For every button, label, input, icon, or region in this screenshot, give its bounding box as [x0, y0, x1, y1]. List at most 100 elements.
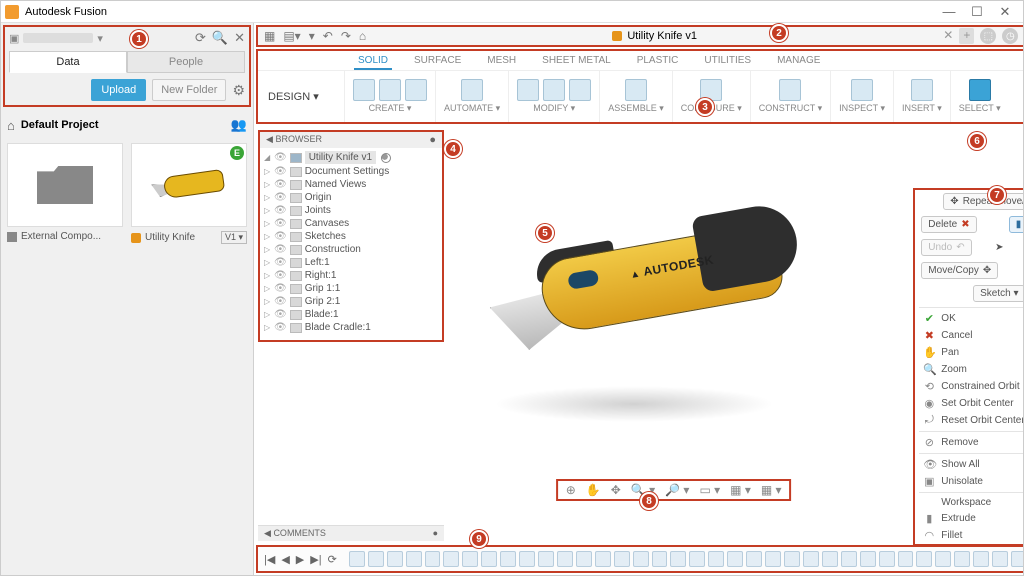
timeline-feature[interactable]	[860, 551, 876, 567]
nav-icon-2[interactable]: ✥	[609, 483, 623, 497]
timeline-ctrl-3[interactable]: ▶|	[310, 553, 321, 566]
window-close[interactable]: ✕	[991, 4, 1019, 20]
refresh-icon[interactable]: ⟳	[195, 30, 206, 46]
home-icon[interactable]: ⌂	[7, 118, 15, 133]
ctx-constrained-orbit[interactable]: ⟲Constrained Orbit	[915, 378, 1023, 395]
home-icon[interactable]: ⌂	[359, 29, 366, 43]
redo-icon[interactable]: ↷	[341, 29, 351, 43]
ribbon-group-configure[interactable]: CONFIGURE ▾	[672, 71, 750, 122]
timeline-feature[interactable]	[443, 551, 459, 567]
browser-item[interactable]: ▷👁Named Views	[264, 178, 438, 191]
timeline-ctrl-4[interactable]: ⟳	[328, 553, 337, 566]
active-document-tab[interactable]: Utility Knife v1	[612, 30, 697, 42]
timeline-feature[interactable]	[784, 551, 800, 567]
file-menu-icon[interactable]: ▤▾	[283, 29, 300, 43]
timeline-feature[interactable]	[898, 551, 914, 567]
timeline-ctrl-1[interactable]: ◀	[281, 553, 289, 566]
timeline-feature[interactable]	[765, 551, 781, 567]
ribbon-tab-mesh[interactable]: MESH	[483, 53, 520, 70]
save-icon[interactable]: ▾	[309, 29, 315, 43]
timeline-feature[interactable]	[954, 551, 970, 567]
browser-item[interactable]: ▷👁Origin	[264, 191, 438, 204]
ribbon-group-insert[interactable]: INSERT ▾	[893, 71, 950, 122]
new-folder-button[interactable]: New Folder	[152, 79, 226, 101]
timeline-feature[interactable]	[916, 551, 932, 567]
timeline-feature[interactable]	[708, 551, 724, 567]
repeat-button[interactable]: ✥Repeat Move/Copy	[943, 193, 1023, 210]
timeline-ctrl-0[interactable]: |◀	[264, 553, 275, 566]
sketch-button[interactable]: Sketch ▾	[973, 285, 1023, 302]
timeline-feature[interactable]	[746, 551, 762, 567]
browser-item[interactable]: ▷👁Right:1	[264, 269, 438, 282]
press-pull-button[interactable]: ▮Press Pull	[1009, 216, 1023, 233]
ctx-show-all[interactable]: 👁Show All	[915, 456, 1023, 473]
timeline-feature[interactable]	[500, 551, 516, 567]
tab-data[interactable]: Data	[9, 51, 127, 73]
ribbon-group-assemble[interactable]: ASSEMBLE ▾	[599, 71, 672, 122]
timeline-feature[interactable]	[425, 551, 441, 567]
ctx-cancel[interactable]: ✖CancelEsc	[915, 327, 1023, 344]
browser-item[interactable]: ▷👁Blade Cradle:1	[264, 321, 438, 334]
browser-item[interactable]: ▷👁Sketches	[264, 230, 438, 243]
canvas[interactable]: ◀ BROWSER● ◢👁 Utility Knife v1 ▷👁Documen…	[254, 126, 1023, 545]
ribbon-tab-sheet-metal[interactable]: SHEET METAL	[538, 53, 615, 70]
timeline-feature[interactable]	[689, 551, 705, 567]
new-tab[interactable]: +	[959, 28, 974, 44]
nav-icon-6[interactable]: ▦ ▾	[728, 483, 753, 497]
timeline-feature[interactable]	[481, 551, 497, 567]
ctx-zoom[interactable]: 🔍Zoom	[915, 361, 1023, 378]
ctx-pan[interactable]: ✋Pan	[915, 344, 1023, 361]
timeline-feature[interactable]	[462, 551, 478, 567]
timeline-feature[interactable]	[349, 551, 365, 567]
apps-icon[interactable]: ▦	[264, 29, 275, 43]
nav-icon-1[interactable]: ✋	[584, 483, 603, 497]
folder-item[interactable]: External Compo...	[7, 143, 123, 244]
ribbon-tab-utilities[interactable]: UTILITIES	[700, 53, 755, 70]
nav-icon-5[interactable]: ▭ ▾	[697, 483, 722, 497]
nav-icon-4[interactable]: 🔎 ▾	[663, 483, 691, 497]
gear-icon[interactable]: ⚙	[232, 82, 245, 99]
browser-item[interactable]: ▷👁Canvases	[264, 217, 438, 230]
version-selector[interactable]: V1 ▾	[221, 231, 247, 244]
ctx-fillet[interactable]: ◠FilletF	[915, 527, 1023, 544]
timeline-feature[interactable]	[557, 551, 573, 567]
tab-people[interactable]: People	[127, 51, 245, 73]
timeline-feature[interactable]	[519, 551, 535, 567]
model-item[interactable]: E Utility Knife V1 ▾	[131, 143, 247, 244]
ctx-workspace[interactable]: Workspace▸	[915, 495, 1023, 510]
close-tab[interactable]: ✕	[943, 28, 953, 44]
timeline-feature[interactable]	[803, 551, 819, 567]
timeline-feature[interactable]	[992, 551, 1008, 567]
ribbon-group-create[interactable]: CREATE ▾	[344, 71, 435, 122]
window-minimize[interactable]: —	[935, 4, 963, 19]
users-icon[interactable]: 👥	[231, 117, 247, 133]
ribbon-tab-surface[interactable]: SURFACE	[410, 53, 465, 70]
timeline-feature[interactable]	[576, 551, 592, 567]
browser-item[interactable]: ▷👁Joints	[264, 204, 438, 217]
timeline-feature[interactable]	[841, 551, 857, 567]
ribbon-tab-solid[interactable]: SOLID	[354, 53, 392, 70]
ribbon-group-automate[interactable]: AUTOMATE ▾	[435, 71, 508, 122]
timeline-feature[interactable]	[879, 551, 895, 567]
timeline-feature[interactable]	[387, 551, 403, 567]
ctx-ok[interactable]: ✔OKReturn	[915, 310, 1023, 327]
timeline-feature[interactable]	[652, 551, 668, 567]
timeline-feature[interactable]	[633, 551, 649, 567]
browser-root[interactable]: ◢👁 Utility Knife v1	[264, 150, 438, 165]
timeline-feature[interactable]	[538, 551, 554, 567]
timeline-feature[interactable]	[670, 551, 686, 567]
search-icon[interactable]: 🔍	[212, 30, 228, 46]
ctx-extrude[interactable]: ▮ExtrudeE	[915, 510, 1023, 527]
workspace-selector[interactable]: DESIGN ▾	[258, 90, 344, 103]
browser-item[interactable]: ▷👁Construction	[264, 243, 438, 256]
ribbon-tab-manage[interactable]: MANAGE	[773, 53, 824, 70]
delete-button[interactable]: Delete✖	[921, 216, 976, 233]
timeline-feature[interactable]	[406, 551, 422, 567]
timeline-feature[interactable]	[614, 551, 630, 567]
upload-button[interactable]: Upload	[91, 79, 146, 101]
jobs-icon[interactable]: ◷	[1002, 28, 1018, 44]
comments-panel[interactable]: ◀ COMMENTS●	[258, 525, 444, 541]
ribbon-group-inspect[interactable]: INSPECT ▾	[830, 71, 893, 122]
move-copy-button[interactable]: Move/Copy✥	[921, 262, 998, 279]
ctx-set-orbit-center[interactable]: ◉Set Orbit Center	[915, 395, 1023, 412]
